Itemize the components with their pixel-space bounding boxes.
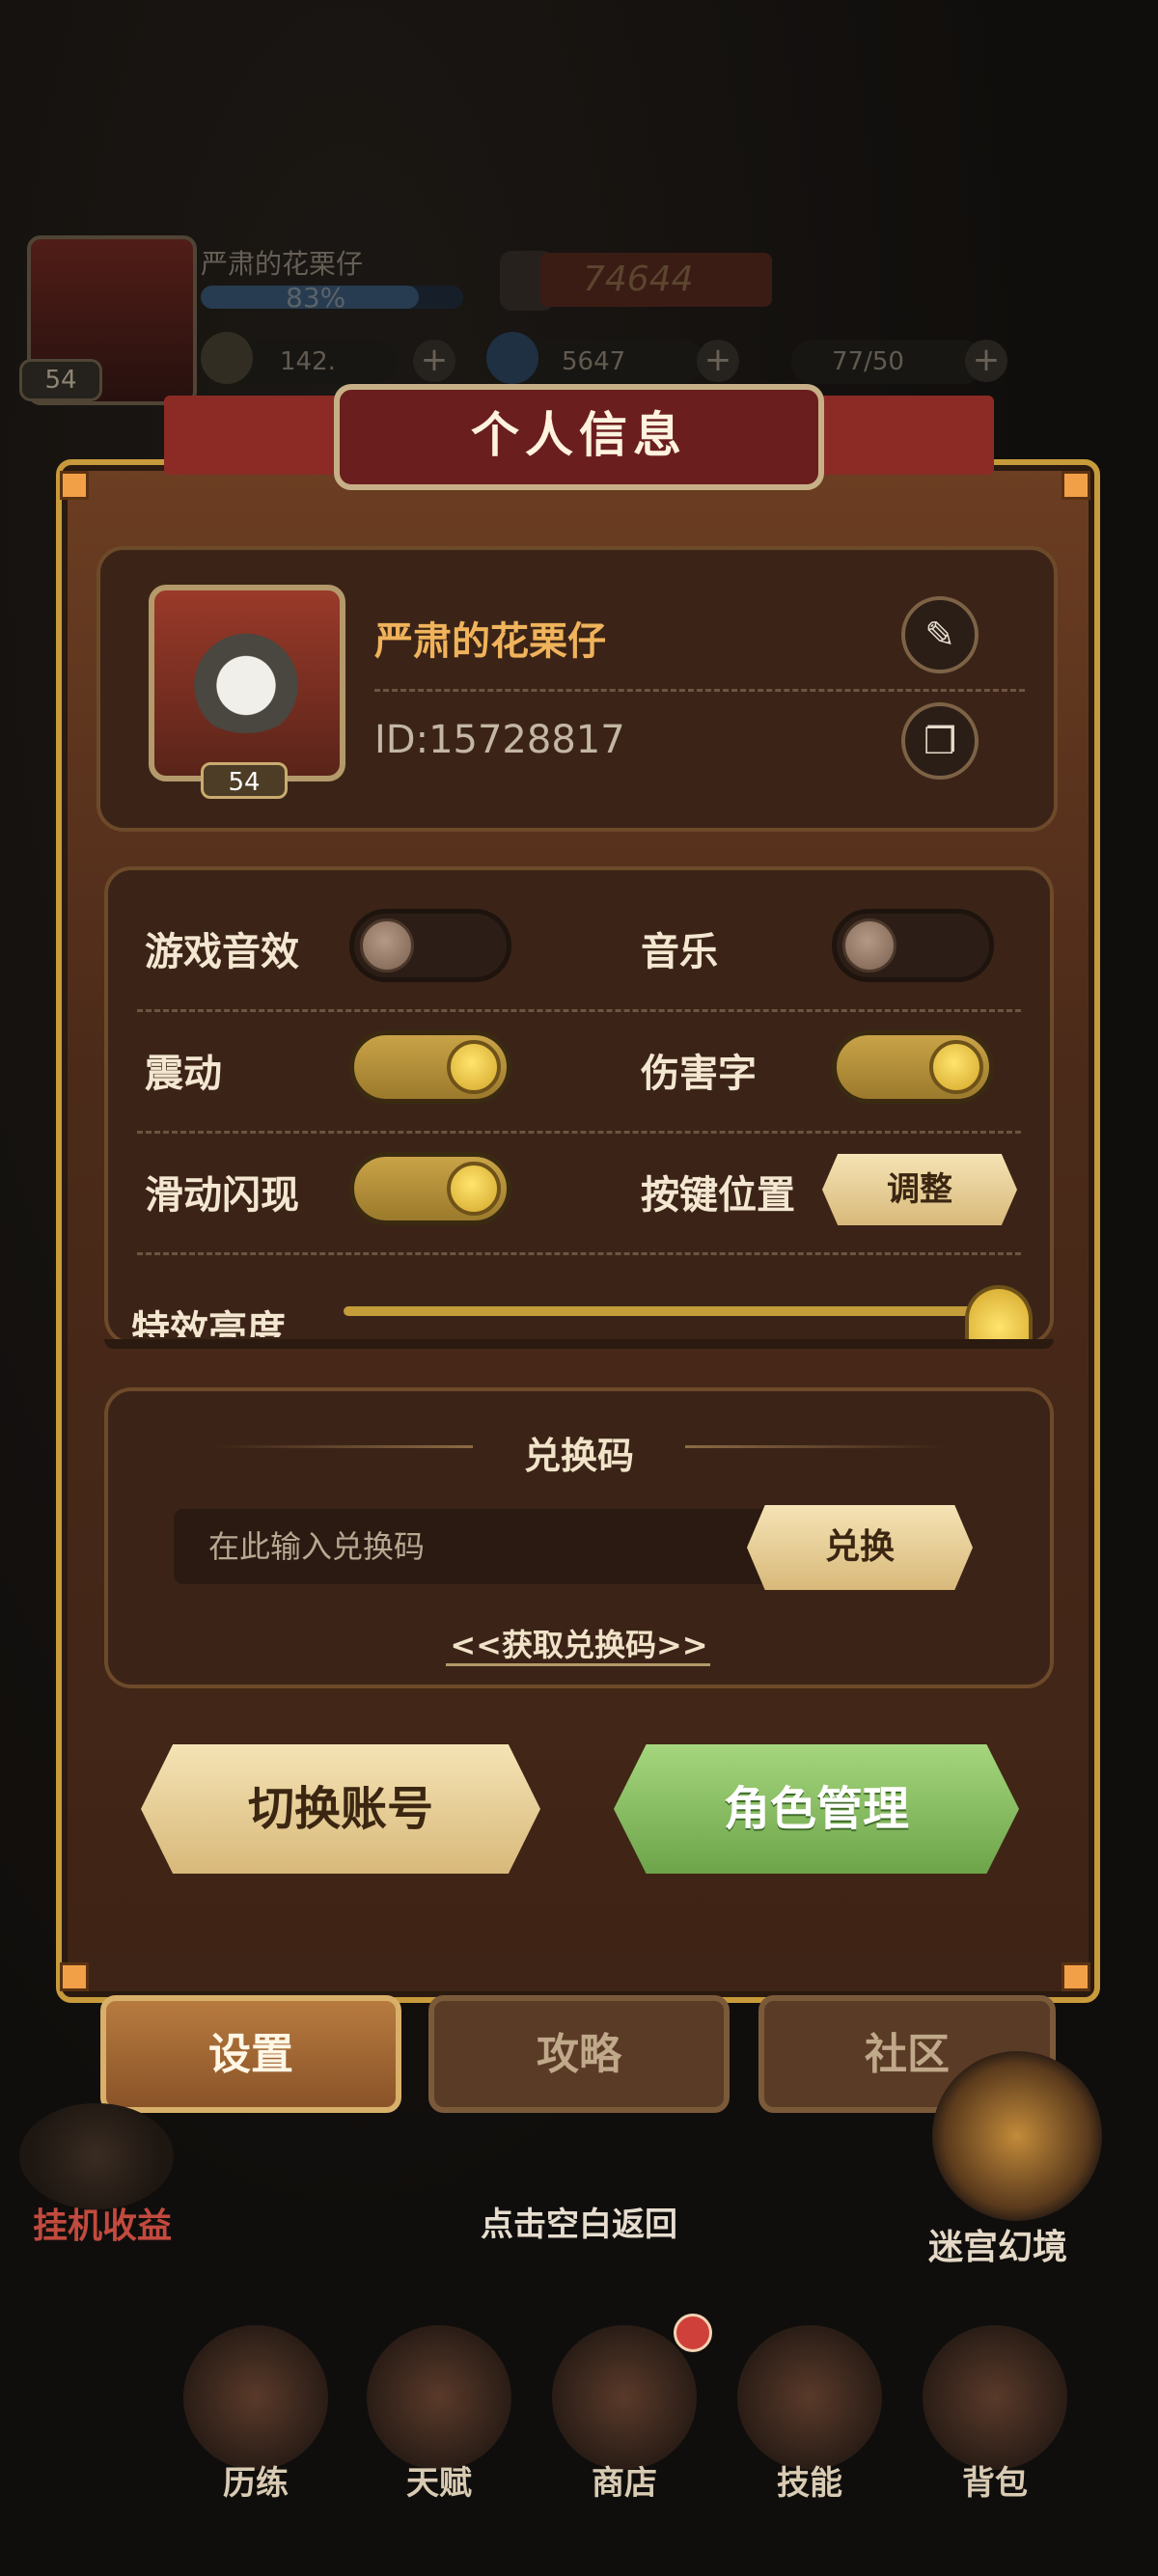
corner-ornament (1062, 471, 1090, 500)
shop-notification-badge (674, 2314, 712, 2352)
toggle-sound[interactable] (349, 909, 511, 982)
setting-label-brightness: 特效亮度 (131, 1308, 286, 1337)
idle-reward-label[interactable]: 挂机收益 (33, 2198, 172, 2248)
redeem-button[interactable]: 兑换 (747, 1505, 973, 1590)
settings-divider (137, 1131, 1021, 1134)
redeem-title: 兑换码 (523, 1435, 634, 1477)
setting-label-damage-text: 伤害字 (641, 1052, 757, 1096)
brightness-slider[interactable] (344, 1306, 1019, 1316)
copy-icon: ❐ (923, 720, 957, 762)
link-underline (446, 1663, 710, 1666)
role-manage-button[interactable]: 角色管理 (614, 1744, 1019, 1874)
nav-label-shop: 商店 (592, 2464, 657, 2503)
maze-label[interactable]: 迷宫幻境 (928, 2219, 1067, 2269)
toggle-swipe-dash[interactable] (349, 1152, 511, 1225)
setting-label-vibration: 震动 (145, 1052, 222, 1096)
backpack-icon (923, 2325, 1067, 2470)
raccoon-avatar-icon (183, 627, 309, 733)
dialog-title: 个人信息 (471, 407, 687, 463)
setting-label-sound: 游戏音效 (145, 930, 299, 974)
nav-skill[interactable]: 技能 (737, 2325, 882, 2504)
tab-guide[interactable]: 攻略 (428, 1995, 730, 2113)
shop-icon (552, 2325, 697, 2470)
pencil-icon: ✎ (924, 614, 955, 656)
toggle-music[interactable] (832, 909, 994, 982)
profile-name: 严肃的花栗仔 (374, 619, 606, 664)
copy-id-button[interactable]: ❐ (901, 702, 979, 780)
nav-training[interactable]: 历练 (183, 2325, 328, 2504)
spellbook-icon (737, 2325, 882, 2470)
nav-bag[interactable]: 背包 (923, 2325, 1067, 2504)
setting-label-swipe-dash: 滑动闪现 (145, 1173, 299, 1218)
tab-settings[interactable]: 设置 (100, 1995, 401, 2113)
corner-ornament (1062, 1962, 1090, 1991)
toggle-knob (842, 918, 896, 973)
edit-name-button[interactable]: ✎ (901, 596, 979, 673)
toggle-vibration[interactable] (349, 1030, 511, 1104)
toggle-knob (929, 1040, 983, 1094)
fist-icon (367, 2325, 511, 2470)
brightness-row-clip: 特效亮度 (131, 1293, 286, 1337)
get-redeem-code-link[interactable]: <<获取兑换码>> (0, 1621, 1158, 1665)
profile-level-badge: 54 (201, 762, 288, 799)
nav-label-talent: 天赋 (406, 2464, 472, 2503)
nav-shop[interactable]: 商店 (552, 2325, 697, 2504)
setting-label-key-position: 按键位置 (641, 1173, 795, 1218)
settings-divider (137, 1252, 1021, 1255)
toggle-knob (360, 918, 414, 973)
corner-ornament (60, 471, 89, 500)
nav-label-bag: 背包 (962, 2464, 1028, 2503)
toggle-damage-text[interactable] (832, 1030, 994, 1104)
toggle-knob (447, 1162, 501, 1216)
settings-divider (137, 1009, 1021, 1012)
adjust-key-position-button[interactable]: 调整 (822, 1154, 1017, 1225)
maze-portal-icon[interactable] (932, 2051, 1102, 2221)
setting-label-music: 音乐 (641, 930, 718, 974)
profile-divider (374, 689, 1025, 692)
nav-label-training: 历练 (223, 2464, 289, 2503)
switch-account-button[interactable]: 切换账号 (141, 1744, 540, 1874)
scroll-icon (183, 2325, 328, 2470)
corner-ornament (60, 1962, 89, 1991)
settings-card-bottom (104, 1339, 1054, 1349)
nav-label-skill: 技能 (777, 2464, 842, 2503)
idle-reward-icon[interactable] (19, 2103, 174, 2209)
profile-id: ID:15728817 (374, 718, 625, 762)
toggle-knob (447, 1040, 501, 1094)
nav-talent[interactable]: 天赋 (367, 2325, 511, 2504)
